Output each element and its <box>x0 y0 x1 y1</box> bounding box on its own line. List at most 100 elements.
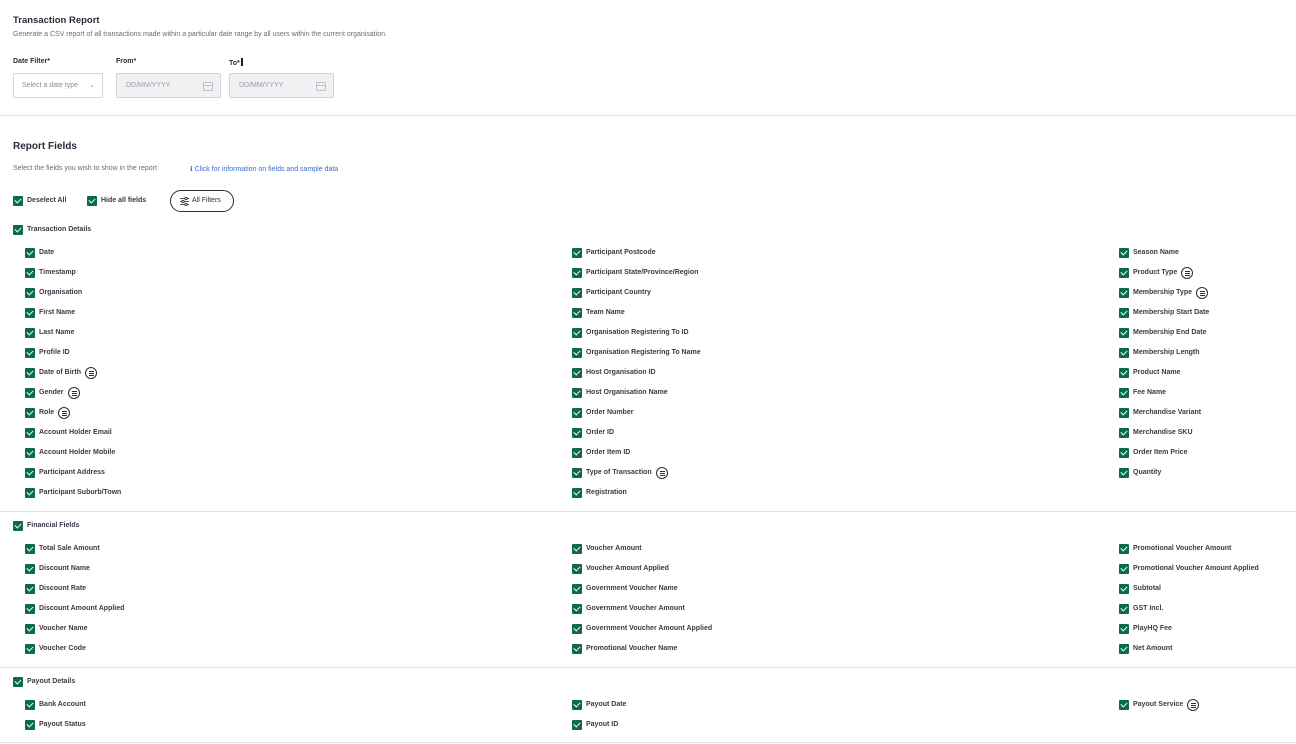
field-info-icon[interactable] <box>1187 699 1199 711</box>
field-checkbox[interactable] <box>572 368 582 378</box>
field-label[interactable]: Host Organisation Name <box>586 389 668 396</box>
field-checkbox[interactable] <box>1119 268 1129 278</box>
field-label[interactable]: Date of Birth <box>39 369 81 376</box>
field-checkbox[interactable] <box>572 268 582 278</box>
field-label[interactable]: Payout Status <box>39 721 86 728</box>
field-checkbox[interactable] <box>25 468 35 478</box>
field-checkbox[interactable] <box>572 328 582 338</box>
field-checkbox[interactable] <box>1119 348 1129 358</box>
field-label[interactable]: Product Type <box>1133 269 1177 276</box>
field-checkbox[interactable] <box>1119 644 1129 654</box>
field-label[interactable]: Promotional Voucher Amount Applied <box>1133 565 1259 572</box>
field-label[interactable]: Government Voucher Amount Applied <box>586 625 712 632</box>
field-label[interactable]: Host Organisation ID <box>586 369 656 376</box>
field-checkbox[interactable] <box>1119 248 1129 258</box>
field-checkbox[interactable] <box>572 644 582 654</box>
section-label-payout-details[interactable]: Payout Details <box>27 678 75 685</box>
fields-info-link[interactable]: ℹ Click for information on fields and sa… <box>190 165 338 173</box>
field-checkbox[interactable] <box>25 388 35 398</box>
field-checkbox[interactable] <box>25 720 35 730</box>
field-checkbox[interactable] <box>25 368 35 378</box>
field-label[interactable]: Merchandise Variant <box>1133 409 1201 416</box>
hide-all-fields-label[interactable]: Hide all fields <box>101 197 146 204</box>
field-checkbox[interactable] <box>572 624 582 634</box>
field-checkbox[interactable] <box>1119 700 1129 710</box>
field-checkbox[interactable] <box>25 288 35 298</box>
field-label[interactable]: Membership End Date <box>1133 329 1207 336</box>
field-label[interactable]: Payout Service <box>1133 701 1183 708</box>
date-type-select[interactable]: Select a date type ⌄ <box>13 73 103 98</box>
deselect-all-checkbox[interactable] <box>13 196 23 206</box>
field-label[interactable]: Participant Address <box>39 469 105 476</box>
field-label[interactable]: Total Sale Amount <box>39 545 100 552</box>
field-label[interactable]: Order Item Price <box>1133 449 1187 456</box>
field-checkbox[interactable] <box>25 544 35 554</box>
field-label[interactable]: Date <box>39 249 54 256</box>
field-label[interactable]: Order Item ID <box>586 449 630 456</box>
field-label[interactable]: Participant State/Province/Region <box>586 269 698 276</box>
field-label[interactable]: Merchandise SKU <box>1133 429 1193 436</box>
field-info-icon[interactable] <box>85 367 97 379</box>
field-label[interactable]: Participant Country <box>586 289 651 296</box>
field-info-icon[interactable] <box>58 407 70 419</box>
all-filters-button[interactable]: All Filters <box>170 190 234 212</box>
field-checkbox[interactable] <box>25 564 35 574</box>
field-checkbox[interactable] <box>25 604 35 614</box>
field-checkbox[interactable] <box>1119 328 1129 338</box>
field-label[interactable]: GST Incl. <box>1133 605 1163 612</box>
field-checkbox[interactable] <box>25 488 35 498</box>
field-checkbox[interactable] <box>572 488 582 498</box>
field-checkbox[interactable] <box>1119 564 1129 574</box>
section-checkbox-transaction-details[interactable] <box>13 225 23 235</box>
section-label-financial-fields[interactable]: Financial Fields <box>27 522 80 529</box>
field-label[interactable]: Promotional Voucher Name <box>586 645 677 652</box>
field-label[interactable]: Team Name <box>586 309 625 316</box>
field-checkbox[interactable] <box>1119 584 1129 594</box>
field-label[interactable]: Registration <box>586 489 627 496</box>
field-label[interactable]: PlayHQ Fee <box>1133 625 1172 632</box>
field-info-icon[interactable] <box>1181 267 1193 279</box>
field-checkbox[interactable] <box>572 308 582 318</box>
field-checkbox[interactable] <box>572 408 582 418</box>
field-checkbox[interactable] <box>572 428 582 438</box>
field-label[interactable]: Quantity <box>1133 469 1161 476</box>
field-checkbox[interactable] <box>1119 604 1129 614</box>
field-checkbox[interactable] <box>572 468 582 478</box>
field-label[interactable]: Government Voucher Amount <box>586 605 685 612</box>
field-checkbox[interactable] <box>25 428 35 438</box>
field-checkbox[interactable] <box>1119 388 1129 398</box>
field-label[interactable]: Last Name <box>39 329 74 336</box>
field-label[interactable]: Voucher Code <box>39 645 86 652</box>
field-checkbox[interactable] <box>572 700 582 710</box>
field-label[interactable]: Type of Transaction <box>586 469 652 476</box>
field-checkbox[interactable] <box>25 448 35 458</box>
field-label[interactable]: Season Name <box>1133 249 1179 256</box>
field-label[interactable]: Participant Postcode <box>586 249 656 256</box>
field-label[interactable]: Organisation <box>39 289 82 296</box>
field-label[interactable]: Bank Account <box>39 701 86 708</box>
field-info-icon[interactable] <box>68 387 80 399</box>
field-checkbox[interactable] <box>1119 544 1129 554</box>
field-label[interactable]: Order Number <box>586 409 633 416</box>
field-checkbox[interactable] <box>1119 624 1129 634</box>
field-checkbox[interactable] <box>25 348 35 358</box>
field-label[interactable]: Voucher Amount <box>586 545 642 552</box>
field-checkbox[interactable] <box>25 644 35 654</box>
section-checkbox-financial-fields[interactable] <box>13 521 23 531</box>
field-checkbox[interactable] <box>1119 308 1129 318</box>
field-label[interactable]: Organisation Registering To Name <box>586 349 701 356</box>
field-label[interactable]: Account Holder Email <box>39 429 112 436</box>
field-label[interactable]: Participant Suburb/Town <box>39 489 121 496</box>
field-label[interactable]: Voucher Amount Applied <box>586 565 669 572</box>
field-label[interactable]: Promotional Voucher Amount <box>1133 545 1231 552</box>
field-checkbox[interactable] <box>572 448 582 458</box>
field-checkbox[interactable] <box>572 544 582 554</box>
field-label[interactable]: Order ID <box>586 429 614 436</box>
field-checkbox[interactable] <box>25 408 35 418</box>
field-checkbox[interactable] <box>1119 408 1129 418</box>
field-label[interactable]: Voucher Name <box>39 625 88 632</box>
hide-all-fields-checkbox[interactable] <box>87 196 97 206</box>
field-label[interactable]: Account Holder Mobile <box>39 449 115 456</box>
deselect-all-label[interactable]: Deselect All <box>27 197 66 204</box>
field-checkbox[interactable] <box>572 720 582 730</box>
